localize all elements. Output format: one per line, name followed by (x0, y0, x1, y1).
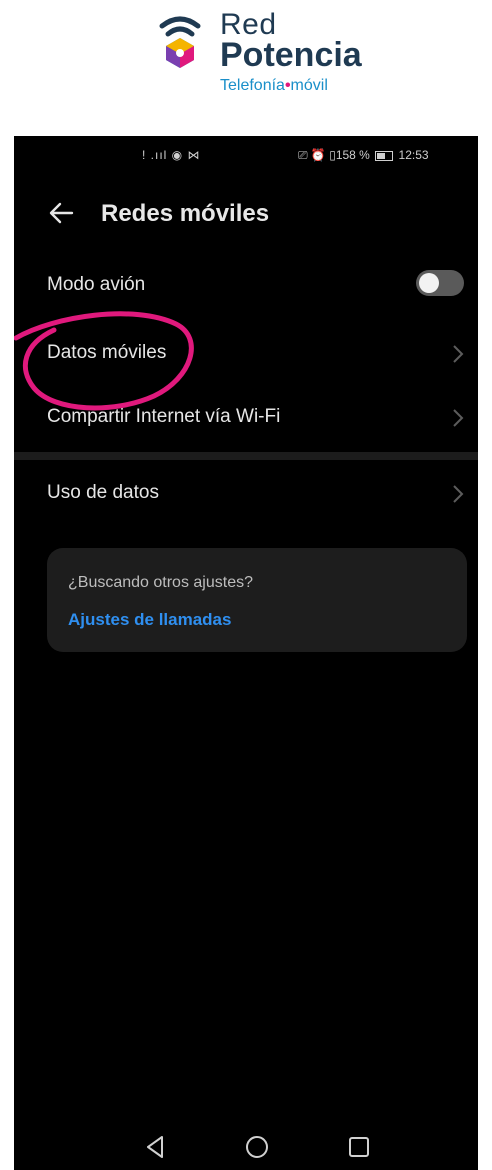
setting-row-compartir-internet[interactable]: Compartir Internet vía Wi-Fi (14, 386, 478, 450)
triangle-back-icon[interactable] (140, 1132, 170, 1162)
circle-home-icon[interactable] (242, 1132, 272, 1162)
brand-header: Red Potencia Telefonía•móvil (0, 0, 492, 136)
setting-label: Compartir Internet vía Wi-Fi (47, 406, 281, 427)
status-indicators: ⎚ ⏰ ▯158 % (298, 148, 370, 162)
tagline-telefonia: Telefonía (220, 77, 285, 94)
status-time: 12:53 (398, 148, 429, 162)
status-right-info: ⎚ ⏰ ▯158 % 12:53 (298, 148, 429, 163)
setting-row-modo-avion[interactable]: Modo avión (14, 254, 478, 318)
setting-row-uso-de-datos[interactable]: Uso de datos (14, 462, 478, 526)
status-left-icons: ǃ .ııl ◉ ⋈ (142, 148, 201, 162)
square-recents-icon[interactable] (344, 1132, 374, 1162)
suggestion-card: ¿Buscando otros ajustes? Ajustes de llam… (47, 548, 467, 652)
chevron-right-icon (453, 485, 464, 503)
toggle-knob (419, 273, 439, 293)
brand-name-potencia: Potencia (220, 36, 362, 74)
chevron-right-icon (453, 409, 464, 427)
status-bar: ǃ .ııl ◉ ⋈ ⎚ ⏰ ▯158 % 12:53 (14, 136, 478, 176)
call-settings-link[interactable]: Ajustes de llamadas (68, 610, 231, 630)
setting-row-datos-moviles[interactable]: Datos móviles (14, 322, 478, 386)
tagline-movil: móvil (290, 77, 328, 94)
setting-label: Uso de datos (47, 482, 159, 503)
phone-screen: ǃ .ııl ◉ ⋈ ⎚ ⏰ ▯158 % 12:53 Redes móvile… (14, 136, 478, 1170)
brand-tagline: Telefonía•móvil (220, 76, 328, 96)
battery-icon (375, 150, 394, 161)
setting-label: Datos móviles (47, 342, 167, 363)
suggestion-question: ¿Buscando otros ajustes? (68, 574, 253, 591)
page-title: Redes móviles (101, 200, 270, 227)
arrow-left-icon[interactable] (46, 198, 76, 228)
airplane-mode-toggle[interactable] (416, 270, 464, 296)
section-divider (14, 452, 478, 460)
setting-label: Modo avión (47, 274, 146, 295)
chevron-right-icon (453, 345, 464, 363)
red-potencia-logo-icon (159, 16, 201, 68)
app-bar: Redes móviles (14, 190, 478, 240)
system-nav-bar (14, 1126, 478, 1170)
